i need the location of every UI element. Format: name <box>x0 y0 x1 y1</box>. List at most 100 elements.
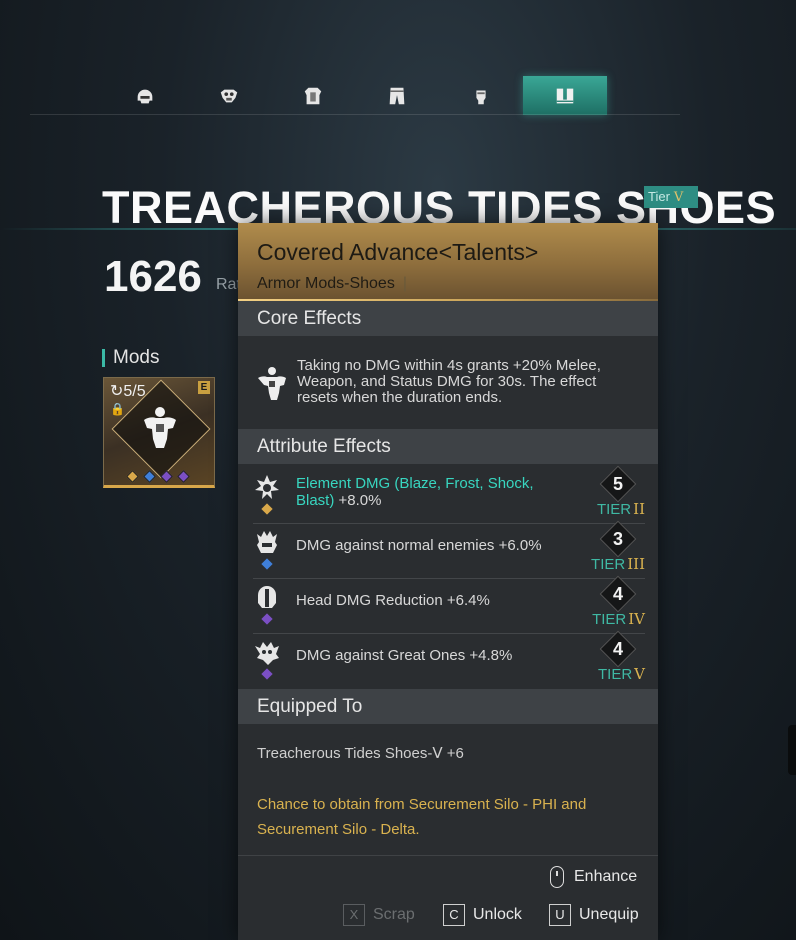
purple-pip-icon <box>177 470 190 483</box>
unlock-button[interactable]: C Unlock <box>443 904 522 926</box>
attribute-level: 5 <box>612 474 623 494</box>
mod-count-text: 5/5 <box>123 383 146 400</box>
armor-top-icon <box>304 87 322 104</box>
attribute-text: DMG against normal enemies +6.0% <box>296 537 571 554</box>
enhance-button[interactable]: Enhance <box>550 866 637 888</box>
tier-roman: II <box>633 500 645 518</box>
attribute-text: DMG against Great Ones +4.8% <box>296 647 571 664</box>
shoes-icon <box>556 88 574 103</box>
mods-heading-accent <box>102 349 105 367</box>
mod-subtitle-separator: | <box>402 275 407 292</box>
unlock-key: C <box>443 904 465 926</box>
muscle-figure-icon <box>144 407 176 448</box>
mod-name: Covered Advance<Talents> <box>257 239 539 265</box>
attribute-row: Element DMG (Blaze, Frost, Shock, Blast)… <box>253 465 645 524</box>
mods-heading-text: Mods <box>113 347 160 368</box>
muscle-figure-icon <box>258 367 286 400</box>
tier-word: TIER <box>596 501 632 518</box>
tier-roman: III <box>627 555 645 573</box>
mod-subtitle: Armor Mods-Shoes | <box>257 275 407 293</box>
attribute-effects-list: Element DMG (Blaze, Frost, Shock, Blast)… <box>238 465 658 689</box>
attribute-tier: TIER II <box>597 500 645 518</box>
enhance-label: Enhance <box>574 868 638 885</box>
tab-pants[interactable] <box>355 76 439 115</box>
mod-subtitle-text: Armor Mods-Shoes <box>257 275 395 292</box>
tier-badge: Tier V <box>644 186 698 208</box>
equipped-section: Treacherous Tides Shoes-Ⅴ +6 Chance to o… <box>238 724 658 854</box>
lock-icon: 🔒 <box>110 402 125 416</box>
attribute-level: 3 <box>612 529 623 549</box>
attribute-pip-icon <box>261 503 273 515</box>
core-effect-text: Taking no DMG within 4s grants +20% Mele… <box>297 357 601 406</box>
rating-value: 1626 <box>104 252 202 301</box>
mod-grade-badge: E <box>198 381 210 394</box>
mod-slot-card[interactable]: ↻5/5 🔒 E <box>103 377 215 488</box>
scrap-key: X <box>343 904 365 926</box>
great-one-icon <box>255 642 279 665</box>
tab-gloves[interactable] <box>439 76 523 115</box>
attribute-text: Element DMG (Blaze, Frost, Shock, Blast)… <box>296 475 571 509</box>
unequip-key: U <box>549 904 571 926</box>
attribute-value: +8.0% <box>334 492 382 509</box>
attribute-row: Head DMG Reduction +6.4% 4 TIER IV <box>253 575 645 634</box>
attribute-value: DMG against normal enemies +6.0% <box>296 537 542 554</box>
attribute-pip-icon <box>261 668 273 680</box>
attribute-effects-heading: Attribute Effects <box>238 429 658 464</box>
equipped-to-heading: Equipped To <box>238 689 658 724</box>
mod-pips <box>126 470 190 483</box>
partial-offscreen-element <box>788 725 796 775</box>
tier-roman: IV <box>628 610 645 628</box>
unlock-label: Unlock <box>473 906 522 923</box>
attribute-tier: TIER V <box>598 665 645 683</box>
blue-pip-icon <box>143 470 156 483</box>
core-effects-heading: Core Effects <box>238 301 658 336</box>
source-text: Chance to obtain from Securement Silo - … <box>257 796 587 838</box>
tier-roman: V <box>634 665 645 683</box>
attribute-pip-icon <box>261 613 273 625</box>
gloves-icon <box>476 90 486 104</box>
attribute-tier: TIER IV <box>592 610 645 628</box>
helmet-icon <box>137 89 153 103</box>
attribute-text: Head DMG Reduction +6.4% <box>296 592 571 609</box>
scrap-label: Scrap <box>373 906 415 923</box>
gold-pip-icon <box>126 470 139 483</box>
tooltip-header: Covered Advance<Talents> Armor Mods-Shoe… <box>238 223 658 301</box>
element-burst-icon <box>255 475 279 499</box>
attribute-level: 4 <box>612 639 623 659</box>
attribute-tier: TIER III <box>591 555 645 573</box>
action-bar: Enhance X Scrap C Unlock U Unequip <box>238 856 658 940</box>
tab-armor-top[interactable] <box>271 76 355 115</box>
purple-pip-icon <box>160 470 173 483</box>
equipment-tabs <box>103 76 607 115</box>
mod-tooltip-panel: Covered Advance<Talents> Armor Mods-Shoe… <box>238 223 658 940</box>
mask-icon <box>220 89 238 102</box>
crowned-mask-icon <box>257 531 277 553</box>
tier-badge-roman: V <box>673 190 684 205</box>
attribute-row: DMG against normal enemies +6.0% 3 TIER I… <box>253 520 645 579</box>
tab-shoes[interactable] <box>523 76 607 115</box>
core-effects-section: Taking no DMG within 4s grants +20% Mele… <box>238 336 658 429</box>
attribute-value: Head DMG Reduction +6.4% <box>296 592 490 609</box>
attribute-level: 4 <box>612 584 623 604</box>
header-gold-line <box>238 299 658 301</box>
unequip-label: Unequip <box>579 906 639 923</box>
helmet-shield-icon <box>258 586 276 608</box>
attribute-highlight: Element DMG (Blaze, Frost, Shock, Blast) <box>296 475 534 509</box>
mod-count: ↻5/5 <box>110 381 146 401</box>
tier-badge-label: Tier <box>648 189 670 204</box>
tier-word: TIER <box>592 611 627 628</box>
tab-helmet[interactable] <box>103 76 187 115</box>
pants-icon <box>389 87 405 104</box>
tab-mask[interactable] <box>187 76 271 115</box>
attribute-pip-icon <box>261 558 273 570</box>
equipped-item-name: Treacherous Tides Shoes-Ⅴ +6 <box>257 745 464 762</box>
refresh-icon: ↻ <box>110 383 124 400</box>
mouse-icon <box>550 866 564 888</box>
tier-word: TIER <box>597 666 633 683</box>
attribute-row: DMG against Great Ones +4.8% 4 TIER V <box>253 630 645 689</box>
scrap-button[interactable]: X Scrap <box>343 904 415 926</box>
attribute-value: DMG against Great Ones +4.8% <box>296 647 513 664</box>
unequip-button[interactable]: U Unequip <box>549 904 639 926</box>
tier-word: TIER <box>591 556 626 573</box>
mods-heading: Mods <box>102 347 159 369</box>
